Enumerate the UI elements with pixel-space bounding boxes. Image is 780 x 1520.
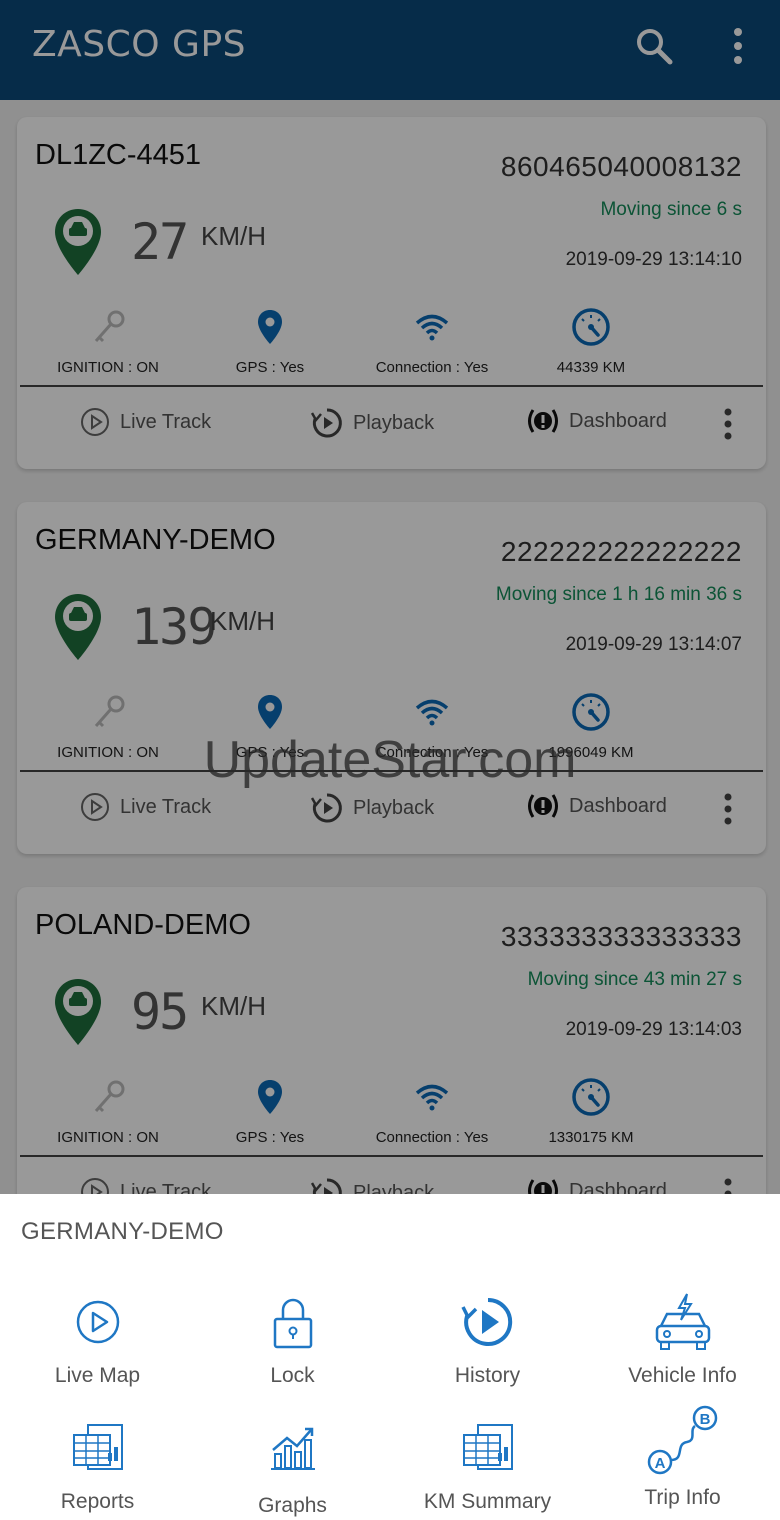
svg-text:A: A [654,1455,665,1472]
trip-info-option[interactable]: AB Trip Info [585,1404,780,1510]
reports-option[interactable]: Reports [0,1416,195,1514]
live-map-option[interactable]: Live Map [0,1290,195,1388]
trip-info-icon: AB [585,1404,780,1480]
reports-icon [0,1416,195,1480]
vehicle-info-option[interactable]: Vehicle Info [585,1290,780,1388]
history-icon [390,1290,585,1354]
sheet-title: GERMANY-DEMO [21,1218,224,1245]
svg-text:B: B [699,1411,710,1428]
watermark-text: UpdateStar.com [203,731,577,789]
car-info-icon [585,1290,780,1354]
lock-option[interactable]: Lock [195,1290,390,1388]
graphs-option[interactable]: Graphs [195,1416,390,1518]
km-summary-option[interactable]: KM Summary [390,1416,585,1514]
play-circle-icon [0,1290,195,1354]
km-summary-icon [390,1416,585,1480]
history-option[interactable]: History [390,1290,585,1388]
bottom-sheet: GERMANY-DEMO Live Map Lock History Vehic… [0,1194,780,1520]
graphs-icon [195,1416,390,1480]
lock-icon [195,1290,390,1354]
